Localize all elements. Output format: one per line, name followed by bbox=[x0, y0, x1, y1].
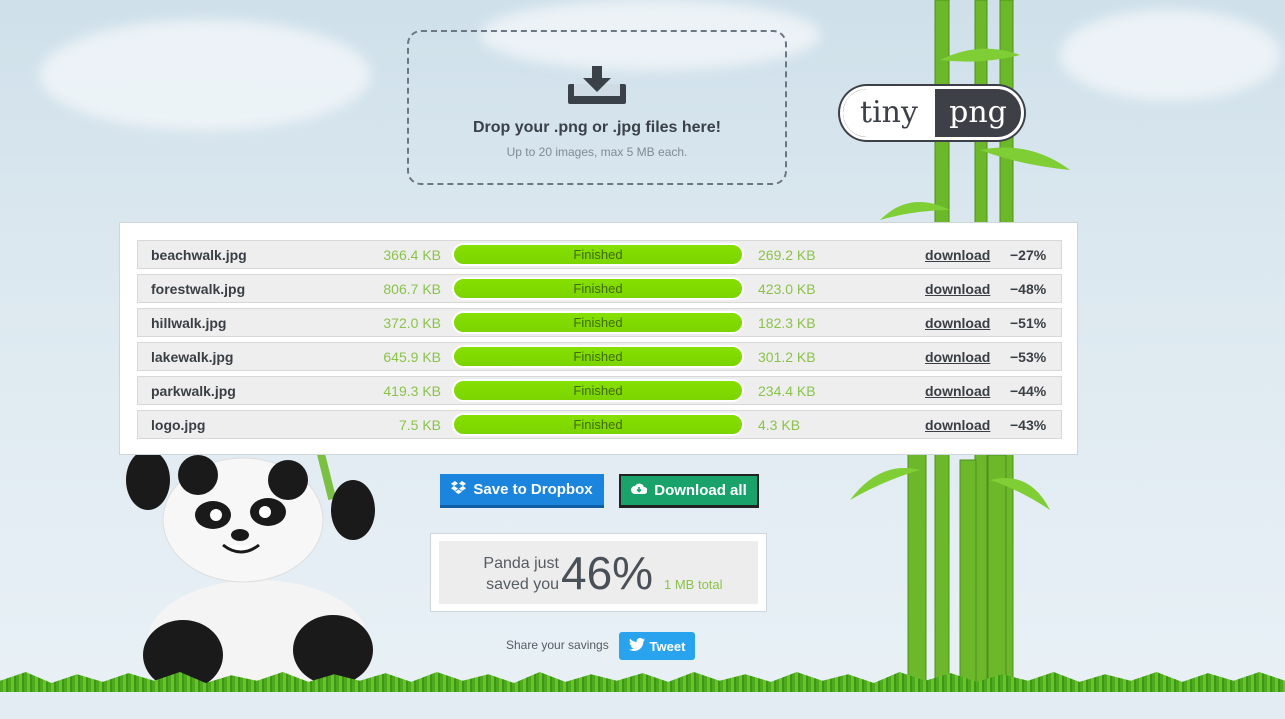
background-cloud bbox=[40, 20, 370, 130]
compressed-size: 4.3 KB bbox=[758, 417, 801, 433]
panda-mascot-illustration bbox=[126, 440, 375, 690]
compressed-size: 301.2 KB bbox=[758, 349, 816, 365]
original-size: 7.5 KB bbox=[398, 417, 441, 433]
drop-zone-title: Drop your .png or .jpg files here! bbox=[472, 119, 721, 136]
tweet-label: Tweet bbox=[649, 638, 686, 654]
share-savings-label: Share your savings bbox=[506, 638, 609, 652]
file-name: lakewalk.jpg bbox=[151, 349, 234, 365]
progress-bar: Finished bbox=[452, 379, 744, 402]
logo-part-png: png bbox=[949, 95, 1007, 130]
saving-percent: −27% bbox=[1010, 247, 1047, 263]
original-size: 806.7 KB bbox=[383, 281, 441, 297]
progress-bar: Finished bbox=[452, 243, 744, 266]
download-link[interactable]: download bbox=[925, 247, 990, 263]
file-name: forestwalk.jpg bbox=[151, 281, 246, 297]
download-tray-icon bbox=[409, 66, 785, 109]
progress-bar: Finished bbox=[452, 413, 744, 436]
file-drop-zone[interactable]: Drop your .png or .jpg files here! Up to… bbox=[407, 30, 787, 185]
progress-bar: Finished bbox=[452, 345, 744, 368]
compressed-size: 269.2 KB bbox=[758, 247, 816, 263]
dropbox-icon bbox=[451, 474, 467, 506]
saving-percent: −51% bbox=[1010, 315, 1047, 331]
cloud-download-icon bbox=[631, 475, 648, 507]
download-link[interactable]: download bbox=[925, 315, 990, 331]
file-name: beachwalk.jpg bbox=[151, 247, 247, 263]
savings-summary-box: Panda just saved you 46% 1 MB total bbox=[430, 533, 767, 612]
savings-percent: 46% bbox=[561, 547, 654, 599]
savings-text: Panda just saved you bbox=[483, 555, 559, 593]
saving-percent: −44% bbox=[1010, 383, 1047, 399]
progress-bar: Finished bbox=[452, 311, 744, 334]
download-link[interactable]: download bbox=[925, 281, 990, 297]
save-to-dropbox-label: Save to Dropbox bbox=[473, 480, 593, 498]
savings-total: 1 MB total bbox=[664, 577, 723, 592]
original-size: 372.0 KB bbox=[383, 315, 441, 331]
compressed-size: 182.3 KB bbox=[758, 315, 816, 331]
drop-zone-subtitle: Up to 20 images, max 5 MB each. bbox=[506, 145, 688, 159]
compressed-size: 234.4 KB bbox=[758, 383, 816, 399]
original-size: 419.3 KB bbox=[383, 383, 441, 399]
original-size: 645.9 KB bbox=[383, 349, 441, 365]
tweet-button[interactable]: Tweet bbox=[619, 632, 695, 660]
progress-bar: Finished bbox=[452, 277, 744, 300]
file-row: parkwalk.jpg 419.3 KB Finished 234.4 KB … bbox=[137, 376, 1062, 405]
file-name: logo.jpg bbox=[151, 417, 206, 433]
page-footer-strip bbox=[0, 692, 1285, 719]
saving-percent: −53% bbox=[1010, 349, 1047, 365]
saving-percent: −43% bbox=[1010, 417, 1047, 433]
logo-part-tiny: tiny bbox=[843, 89, 935, 137]
file-name: hillwalk.jpg bbox=[151, 315, 227, 331]
tinypng-logo[interactable]: tiny png bbox=[840, 86, 1024, 140]
download-link[interactable]: download bbox=[925, 417, 990, 433]
original-size: 366.4 KB bbox=[383, 247, 441, 263]
file-row: lakewalk.jpg 645.9 KB Finished 301.2 KB … bbox=[137, 342, 1062, 371]
file-row: logo.jpg 7.5 KB Finished 4.3 KB download… bbox=[137, 410, 1062, 439]
file-name: parkwalk.jpg bbox=[151, 383, 236, 399]
download-all-label: Download all bbox=[654, 481, 747, 499]
download-all-button[interactable]: Download all bbox=[619, 474, 759, 508]
save-to-dropbox-button[interactable]: Save to Dropbox bbox=[440, 474, 604, 508]
file-row: forestwalk.jpg 806.7 KB Finished 423.0 K… bbox=[137, 274, 1062, 303]
file-row: hillwalk.jpg 372.0 KB Finished 182.3 KB … bbox=[137, 308, 1062, 337]
results-panel: beachwalk.jpg 366.4 KB Finished 269.2 KB… bbox=[119, 222, 1078, 455]
download-link[interactable]: download bbox=[925, 383, 990, 399]
savings-summary-inner: Panda just saved you 46% 1 MB total bbox=[439, 541, 758, 604]
compressed-size: 423.0 KB bbox=[758, 281, 816, 297]
twitter-bird-icon bbox=[628, 637, 645, 654]
saving-percent: −48% bbox=[1010, 281, 1047, 297]
file-row: beachwalk.jpg 366.4 KB Finished 269.2 KB… bbox=[137, 240, 1062, 269]
download-link[interactable]: download bbox=[925, 349, 990, 365]
